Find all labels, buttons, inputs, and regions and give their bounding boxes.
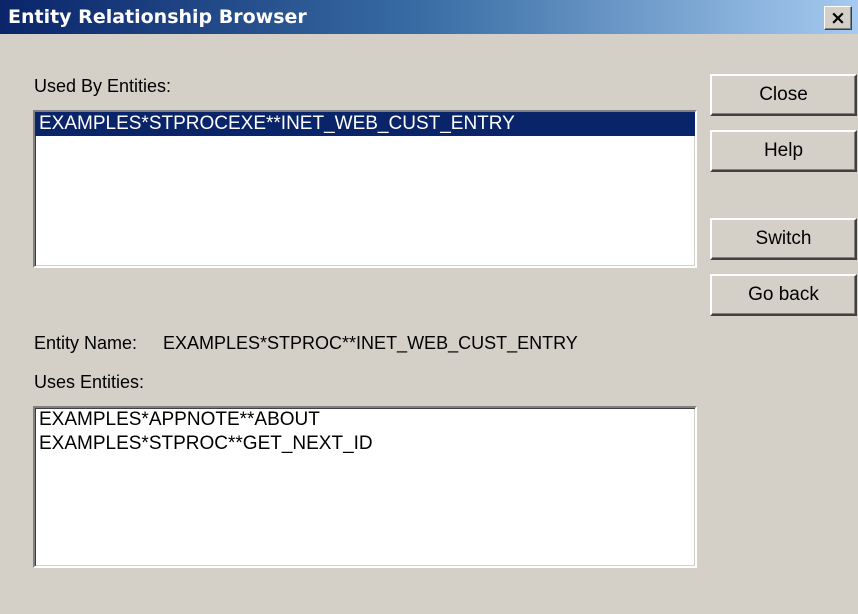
uses-label: Uses Entities: [34, 372, 145, 392]
window-close-icon[interactable]: × [824, 6, 852, 30]
help-button[interactable]: Help [710, 130, 857, 172]
window-title: Entity Relationship Browser [8, 6, 307, 28]
entity-name-label: Entity Name: [34, 333, 138, 353]
uses-listbox[interactable]: EXAMPLES*APPNOTE**ABOUT EXAMPLES*STPROC*… [33, 406, 697, 568]
used-by-label: Used By Entities: [34, 76, 172, 96]
entity-name-value: EXAMPLES*STPROC**INET_WEB_CUST_ENTRY [163, 333, 578, 353]
list-item[interactable]: EXAMPLES*APPNOTE**ABOUT [35, 408, 695, 432]
go-back-button[interactable]: Go back [710, 274, 857, 316]
used-by-listbox[interactable]: EXAMPLES*STPROCEXE**INET_WEB_CUST_ENTRY [33, 110, 697, 268]
title-bar[interactable]: Entity Relationship Browser × [0, 0, 858, 34]
entity-relationship-browser-dialog: Entity Relationship Browser × Used By En… [0, 0, 858, 614]
list-item[interactable]: EXAMPLES*STPROC**GET_NEXT_ID [35, 432, 695, 456]
close-button[interactable]: Close [710, 74, 857, 116]
switch-button[interactable]: Switch [710, 218, 857, 260]
list-item[interactable]: EXAMPLES*STPROCEXE**INET_WEB_CUST_ENTRY [35, 112, 695, 136]
